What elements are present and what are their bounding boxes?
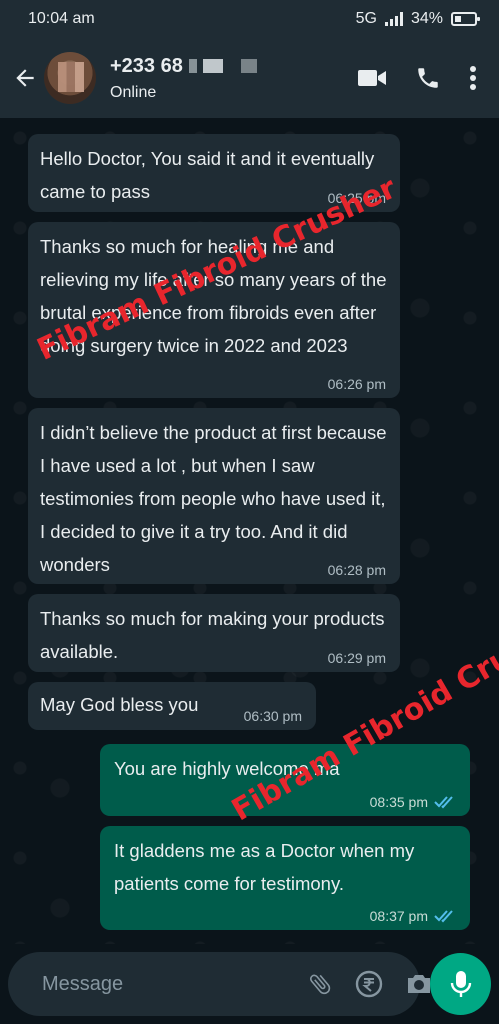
message-text: It gladdens me as a Doctor when my patie… [114,840,420,894]
message-meta: 06:29 pm [328,650,386,666]
rupee-payment-icon[interactable] [355,970,383,998]
redaction-mark [240,59,257,73]
message-text: You are highly welcome ma [114,758,340,779]
chat-header: +233 68 Online [0,38,499,118]
header-actions [357,65,477,91]
status-bar: 10:04 am 5G 34% [0,0,499,38]
contact-info[interactable]: +233 68 Online [110,55,357,102]
attach-icon[interactable] [307,971,333,997]
message-meta: 06:30 pm [244,708,302,724]
message-meta: 06:25 pm [328,190,386,206]
contact-status: Online [110,83,157,101]
message-meta: 08:35 pm [370,794,456,810]
double-check-icon [434,910,453,923]
contact-number: +233 68 [110,54,183,77]
message-time: 08:35 pm [369,794,428,810]
composer-actions [307,970,433,998]
message-bubble-incoming[interactable]: I didn’t believe the product at first be… [28,408,400,584]
message-meta: 08:37 pm [370,908,456,924]
message-bubble-incoming[interactable]: Hello Doctor, You said it and it eventua… [28,134,400,212]
status-time: 10:04 am [28,10,95,27]
message-input-pill [8,952,430,1016]
message-meta: 06:28 pm [328,562,386,578]
message-bubble-incoming[interactable]: Thanks so much for making your products … [28,594,400,672]
status-indicators: 5G 34% [355,10,480,28]
more-options-icon [470,66,476,90]
camera-icon[interactable] [405,971,433,997]
network-label: 5G [355,10,377,27]
message-time: 06:26 pm [327,376,386,392]
message-input[interactable] [42,972,307,996]
voice-call-button[interactable] [415,65,441,91]
battery-icon [451,12,480,26]
message-text: I didn’t believe the product at first be… [40,422,392,575]
redaction-mark [188,59,197,73]
back-arrow-icon [16,69,34,87]
double-check-icon [434,796,453,809]
mic-icon [450,971,471,997]
message-composer [0,944,499,1024]
back-button[interactable] [8,58,42,98]
chat-area[interactable]: Hello Doctor, You said it and it eventua… [0,118,499,944]
message-time: 06:28 pm [327,562,386,578]
more-options-button[interactable] [469,65,477,91]
message-text: Thanks so much for healing me and reliev… [40,236,392,356]
message-bubble-outgoing[interactable]: It gladdens me as a Doctor when my patie… [100,826,470,930]
message-bubble-incoming[interactable]: Thanks so much for healing me and reliev… [28,222,400,398]
voice-call-icon [418,68,438,88]
contact-name: +233 68 [110,55,357,78]
video-call-button[interactable] [357,67,387,89]
redaction-mark [202,59,223,73]
message-time: 08:37 pm [369,908,428,924]
video-call-icon [358,70,386,86]
signal-icon [384,12,403,26]
message-meta: 06:26 pm [328,376,386,392]
battery-percent: 34% [410,10,443,27]
voice-record-button[interactable] [430,953,491,1015]
message-bubble-outgoing[interactable]: You are highly welcome ma 08:35 pm [100,744,470,816]
message-time: 06:25 pm [327,190,386,206]
message-time: 06:29 pm [327,650,386,666]
message-time: 06:30 pm [243,708,302,724]
message-bubble-incoming[interactable]: May God bless you 06:30 pm [28,682,316,730]
avatar[interactable] [44,52,96,104]
